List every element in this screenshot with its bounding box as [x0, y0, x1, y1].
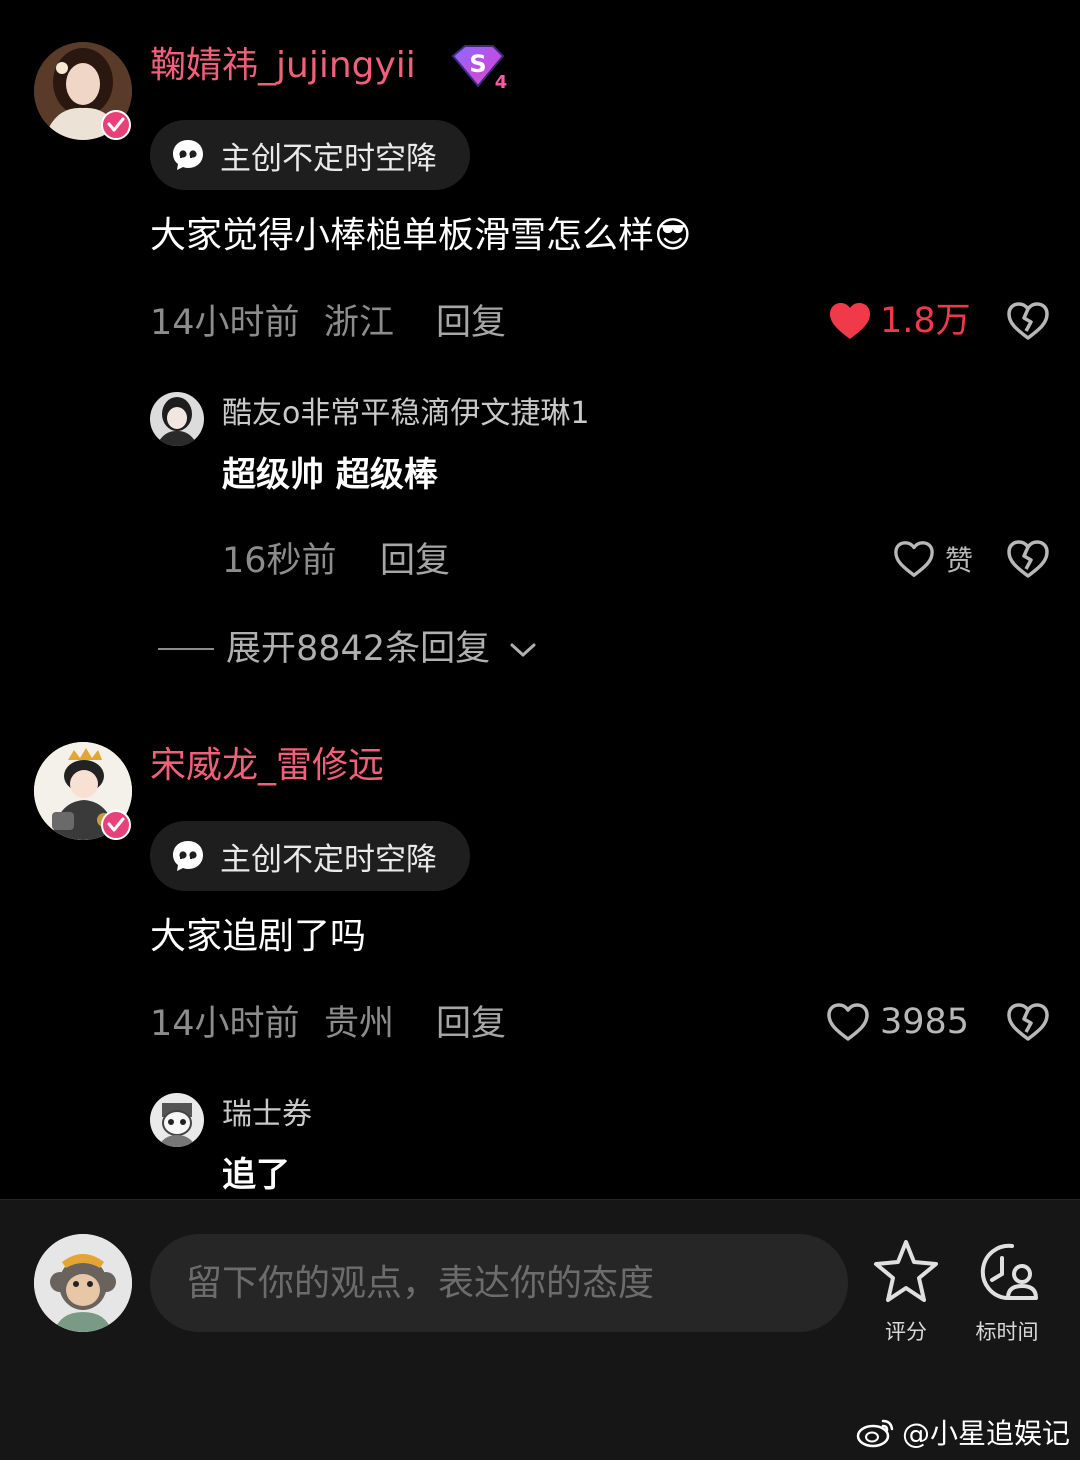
reply-username[interactable]: 酷友o非常平稳滴伊文捷琳1 — [222, 395, 589, 433]
rate-label: 评分 — [885, 1320, 927, 1344]
reply-time: 16秒前 — [222, 541, 337, 581]
username[interactable]: 鞠婧祎_jujingyii — [150, 44, 416, 88]
like-button[interactable]: 3985 — [826, 1001, 969, 1043]
comment-location: 浙江 — [324, 303, 395, 343]
comment-item: 宋威龙_雷修远 主创不定时空降 大家追剧了吗 14小时前 贵州 回复 3985 — [0, 700, 1080, 1199]
timestamp-button[interactable]: 标时间 — [962, 1236, 1052, 1346]
reply-avatar[interactable] — [150, 1093, 204, 1147]
verified-badge-icon — [101, 810, 131, 840]
watermark: @小星追娱记 — [856, 1412, 1070, 1452]
like-count: 1.8万 — [880, 301, 971, 341]
timestamp-label: 标时间 — [975, 1320, 1039, 1344]
broken-heart-icon — [1007, 302, 1049, 340]
like-button[interactable]: 1.8万 — [828, 300, 971, 342]
comment-location: 贵州 — [324, 1004, 395, 1044]
like-count: 3985 — [880, 1002, 970, 1042]
star-icon — [874, 1240, 938, 1302]
comment-input[interactable] — [184, 1261, 848, 1305]
comment-text: 大家追剧了吗 — [150, 916, 367, 957]
heart-outline-icon — [827, 1003, 869, 1041]
broken-heart-icon — [1007, 1003, 1049, 1041]
creator-tag-pill[interactable]: 主创不定时空降 — [150, 120, 470, 190]
my-avatar[interactable] — [34, 1234, 132, 1332]
dislike-button[interactable] — [1006, 301, 1050, 345]
reply-reply-button[interactable]: 回复 — [380, 540, 450, 582]
timestamp-user-icon — [980, 1243, 1038, 1300]
tag-label: 主创不定时空降 — [220, 140, 437, 177]
reply-like-button[interactable]: 赞 — [893, 539, 973, 579]
reply-text: 追了 — [222, 1155, 290, 1195]
level-badge-letter: S — [469, 50, 486, 78]
reply-username[interactable]: 瑞士券 — [222, 1096, 312, 1134]
weibo-logo-icon — [856, 1419, 894, 1448]
tag-label: 主创不定时空降 — [220, 841, 437, 878]
quote-bubble-icon — [173, 841, 203, 871]
monkey-avatar-icon — [34, 1234, 132, 1332]
verified-badge-icon — [101, 110, 131, 140]
reply-like-label: 赞 — [945, 544, 974, 577]
heart-filled-icon — [830, 303, 870, 339]
reply-avatar[interactable] — [150, 392, 204, 446]
comment-time: 14小时前 — [150, 1004, 300, 1044]
reply-dislike-button[interactable] — [1006, 539, 1050, 583]
comment-time: 14小时前 — [150, 303, 300, 343]
expand-divider — [158, 648, 214, 650]
reply-text: 超级帅 超级棒 — [222, 455, 438, 495]
reply-button[interactable]: 回复 — [436, 1003, 506, 1045]
chevron-down-icon — [510, 643, 536, 657]
rate-button[interactable]: 评分 — [866, 1236, 946, 1346]
expand-replies-button[interactable]: 展开8842条回复 — [158, 628, 538, 670]
expand-replies-label: 展开8842条回复 — [226, 629, 491, 669]
comment-text: 大家觉得小棒槌单板滑雪怎么样😎 — [150, 215, 692, 256]
comment-input-field[interactable] — [150, 1234, 848, 1332]
quote-bubble-icon — [173, 140, 203, 170]
reply-avatar-image — [150, 1093, 204, 1147]
username[interactable]: 宋威龙_雷修远 — [150, 744, 384, 788]
dislike-button[interactable] — [1006, 1002, 1050, 1046]
heart-outline-icon — [894, 541, 934, 577]
creator-tag-pill[interactable]: 主创不定时空降 — [150, 821, 470, 891]
reply-avatar-image — [150, 392, 204, 446]
comment-item: 鞠婧祎_jujingyii S 4 主创不定时空降 大家觉得小棒槌单板滑雪怎么样… — [0, 0, 1080, 700]
level-badge-number: 4 — [495, 72, 508, 92]
broken-heart-icon — [1007, 540, 1049, 578]
watermark-text: @小星追娱记 — [902, 1417, 1071, 1450]
level-badge-icon: S 4 — [447, 42, 511, 93]
reply-button[interactable]: 回复 — [436, 302, 506, 344]
